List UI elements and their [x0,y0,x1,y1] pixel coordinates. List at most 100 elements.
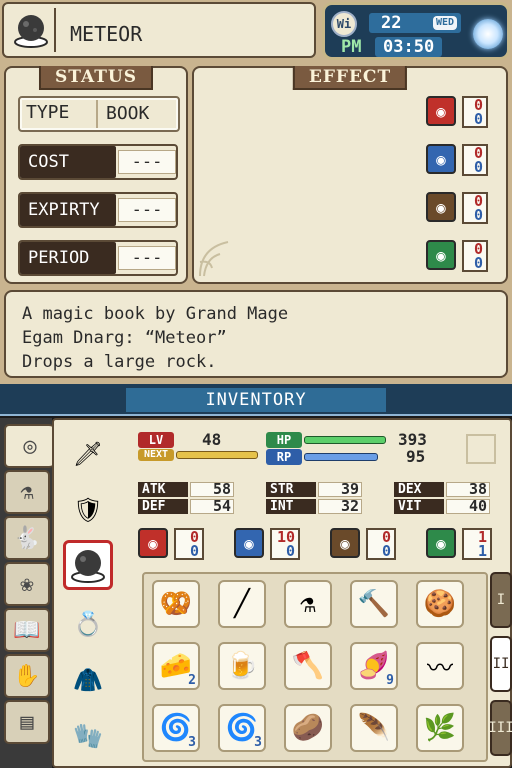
item-header: METEOR [2,2,316,58]
effect-values: 00 [462,240,488,272]
page-label: I [496,592,506,608]
water-element-icon: ◉ [426,144,456,174]
expiry-value: --- [118,198,176,222]
resist-element-row: ◉ 00 [138,528,204,562]
stat-label: VIT [394,499,444,514]
category-tabs: ◎ ⚗ 🐇 ❀ 📖 ✋ ▤ [0,418,54,768]
wind-element-icon: ◉ [426,240,456,270]
effect-element-row: ◉ 00 [426,96,492,130]
stat-int: INT 32 [266,499,366,531]
stat-value: 54 [190,499,234,514]
inventory-slot[interactable]: 🍠 9 [350,642,398,690]
inventory-slot[interactable]: 🌿 [416,704,464,752]
effect-title: EFFECT [292,66,408,90]
inventory-slot[interactable]: 🧀 2 [152,642,200,690]
sun-icon [473,19,503,49]
resist-values: 10 0 [270,528,300,560]
type-row: TYPE BOOK [18,96,180,132]
fire-element-icon: ◉ [138,528,168,558]
resist-values: 00 [366,528,396,560]
day-number: 22 [381,13,402,33]
page-tab-2[interactable]: II [490,636,512,692]
clock-panel: Wi 22 WED PM 03:50 [322,2,510,60]
effect-value-b: 0 [473,206,483,224]
effect-element-row: ◉ 00 [426,240,492,274]
tab-books[interactable]: 📖 [4,608,50,652]
inventory-slot[interactable]: 🥨 [152,580,200,628]
stat-label: ATK [138,482,188,497]
page-label: III [488,720,512,736]
inventory-slot[interactable]: 🌀 3 [218,704,266,752]
description-line: A magic book by Grand Mage [22,304,289,324]
tab-equipment[interactable]: ◎ [4,424,54,468]
effect-values: 00 [462,144,488,176]
horn-icon: 〰 [426,653,453,684]
inventory-slot[interactable]: 🍪 [416,580,464,628]
equip-slot-ring[interactable]: 💍 [66,602,110,646]
description-line: Egam Dnarg: “Meteor” [22,328,227,348]
fire-element-icon: ◉ [426,96,456,126]
inventory-slot[interactable]: 🪓 [284,642,332,690]
card-icon: ▤ [20,709,34,735]
inventory-header: INVENTORY [0,384,512,416]
item-grid: 🥨 ╱ ⚗ 🔨 🍪 🧀 2 🍺 🪓 🍠 9 〰 🌀 3 🌀 3 🥔 🪶 🌿 [142,572,488,762]
equip-slot-sword[interactable]: 🗡 [66,432,110,476]
tab-cards[interactable]: ▤ [4,700,50,744]
tab-potions[interactable]: ⚗ [4,470,50,514]
next-exp-bar [176,451,258,459]
equip-slot-gloves[interactable]: 🧤 [66,714,110,758]
meteor-book-icon [71,550,105,583]
resist-values: 11 [462,528,492,560]
inventory-slot[interactable]: 🔨 [350,580,398,628]
level-row: LV 48 [138,432,258,448]
type-value: BOOK [96,100,176,128]
hp-row: HP 393 [266,432,446,448]
date-display: 22 WED [369,13,461,33]
equip-slot-shield[interactable]: 🛡 [66,488,110,532]
page-tab-1[interactable]: I [490,572,512,628]
hp-bar [304,436,386,444]
pretzel-plate-icon: 🥨 [159,589,193,619]
grid-toggle-icon[interactable] [466,434,496,464]
stat-label: DEX [394,482,444,497]
hp-value: 393 [398,430,427,449]
inventory-slot[interactable]: ╱ [218,580,266,628]
effect-value-b: 0 [473,254,483,272]
inventory-slot[interactable]: 🌀 3 [152,704,200,752]
inventory-slot[interactable]: 〰 [416,642,464,690]
stick-icon: ╱ [234,589,250,619]
resist-element-row: ◉ 00 [330,528,396,562]
am-pm-label: PM [341,37,362,57]
equipment-column: 🗡 🛡 💍 🧥 🧤 [60,426,118,766]
status-title: STATUS [38,66,154,90]
stat-def: DEF 54 [138,499,238,531]
next-label: NEXT [138,449,174,461]
stat-vit: VIT 40 [394,499,494,531]
equip-slot-cloak[interactable]: 🧥 [66,658,110,702]
herb-icon: 🌿 [423,713,457,743]
book-icon: 📖 [13,617,41,643]
ring-icon: 💍 [73,610,103,638]
resist-values: 00 [174,528,204,560]
tab-tools[interactable]: ✋ [4,654,50,698]
time-display: 03:50 [375,37,443,57]
period-row: PERIOD --- [18,240,178,276]
inventory-slot[interactable]: 🍺 [218,642,266,690]
effect-values: 00 [462,192,488,224]
inventory-slot[interactable]: 🥔 [284,704,332,752]
page-tab-3[interactable]: III [488,700,512,756]
tab-creatures[interactable]: 🐇 [4,516,50,560]
resist-value-b: 1 [477,542,487,560]
inventory-slot[interactable]: ⚗ [284,580,332,628]
inventory-slot[interactable]: 🪶 [350,704,398,752]
earth-element-icon: ◉ [426,192,456,222]
gloves-icon: 🧤 [73,722,103,750]
rp-bar [304,453,378,461]
description-box: A magic book by Grand Mage Egam Dnarg: “… [4,290,508,378]
item-count: 2 [188,673,196,688]
flask-icon: ⚗ [300,589,316,619]
tab-plants[interactable]: ❀ [4,562,50,606]
wifi-icon: Wi [331,11,357,37]
stat-value: 40 [446,499,490,514]
equip-slot-book[interactable] [63,540,113,590]
